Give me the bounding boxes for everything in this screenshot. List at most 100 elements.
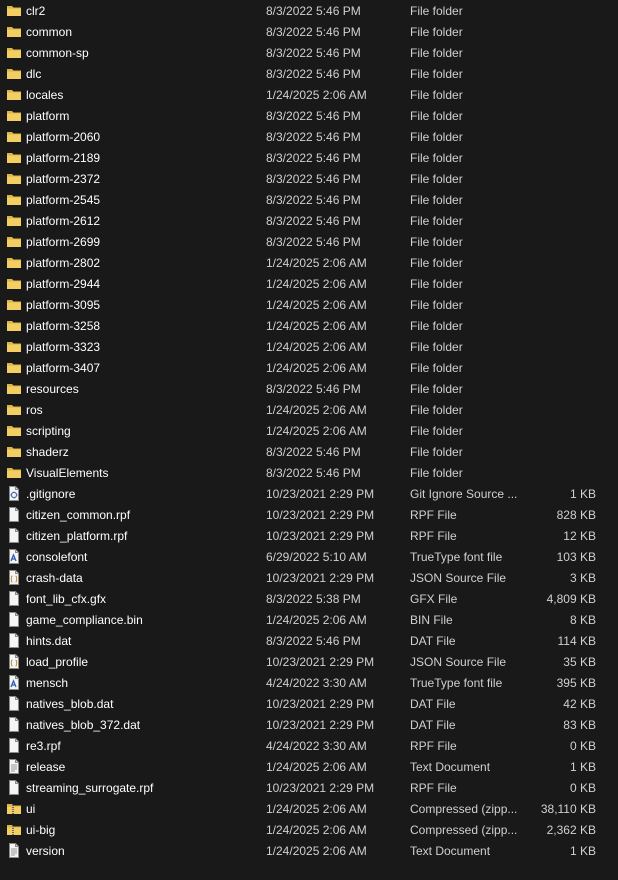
file-row[interactable]: mensch 4/24/2022 3:30 AM TrueType font fil… xyxy=(0,672,618,693)
file-name: re3.rpf xyxy=(26,739,61,753)
file-row[interactable]: platform-2189 8/3/2022 5:46 PM File folder xyxy=(0,147,618,168)
file-row[interactable]: hints.dat 8/3/2022 5:46 PM DAT File 114 KB xyxy=(0,630,618,651)
font-file-icon xyxy=(6,549,22,564)
file-type: File folder xyxy=(410,319,463,333)
file-row[interactable]: release 1/24/2025 2:06 AM Text Document 1 K… xyxy=(0,756,618,777)
file-row[interactable]: platform-3095 1/24/2025 2:06 AM File folde… xyxy=(0,294,618,315)
file-type: File folder xyxy=(410,172,463,186)
file-row[interactable]: platform-2545 8/3/2022 5:46 PM File folder xyxy=(0,189,618,210)
file-size: 42 KB xyxy=(563,697,596,711)
file-row[interactable]: game_compliance.bin 1/24/2025 2:06 AM BIN … xyxy=(0,609,618,630)
file-name: ros xyxy=(26,403,43,417)
file-type: GFX File xyxy=(410,592,458,606)
file-row[interactable]: platform-2612 8/3/2022 5:46 PM File folder xyxy=(0,210,618,231)
file-date-modified: 1/24/2025 2:06 AM xyxy=(266,340,367,354)
file-date-modified: 10/23/2021 2:29 PM xyxy=(266,781,375,795)
file-row[interactable]: shaderz 8/3/2022 5:46 PM File folder xyxy=(0,441,618,462)
file-date-modified: 10/23/2021 2:29 PM xyxy=(266,655,375,669)
file-date-modified: 1/24/2025 2:06 AM xyxy=(266,361,367,375)
file-row[interactable]: consolefont 6/29/2022 5:10 AM TrueType fon… xyxy=(0,546,618,567)
file-name: clr2 xyxy=(26,4,46,18)
file-row[interactable]: dlc 8/3/2022 5:46 PM File folder xyxy=(0,63,618,84)
file-row[interactable]: natives_blob.dat 10/23/2021 2:29 PM DAT Fi… xyxy=(0,693,618,714)
file-name: platform-3323 xyxy=(26,340,101,354)
file-row[interactable]: resources 8/3/2022 5:46 PM File folder xyxy=(0,378,618,399)
file-type: DAT File xyxy=(410,718,456,732)
file-row[interactable]: citizen_common.rpf 10/23/2021 2:29 PM RPF … xyxy=(0,504,618,525)
zip-folder-icon xyxy=(6,801,22,816)
file-row[interactable]: VisualElements 8/3/2022 5:46 PM File folde… xyxy=(0,462,618,483)
file-name: common xyxy=(26,25,73,39)
file-date-modified: 8/3/2022 5:46 PM xyxy=(266,4,361,18)
file-row[interactable]: platform-2944 1/24/2025 2:06 AM File folde… xyxy=(0,273,618,294)
file-name: platform-2802 xyxy=(26,256,101,270)
file-row[interactable]: platform-3323 1/24/2025 2:06 AM File folde… xyxy=(0,336,618,357)
file-size: 114 KB xyxy=(557,634,596,648)
file-name: game_compliance.bin xyxy=(26,613,143,627)
file-row[interactable]: platform-3407 1/24/2025 2:06 AM File folde… xyxy=(0,357,618,378)
folder-icon xyxy=(6,129,22,144)
file-row[interactable]: font_lib_cfx.gfx 8/3/2022 5:38 PM GFX File… xyxy=(0,588,618,609)
file-row[interactable]: re3.rpf 4/24/2022 3:30 AM RPF File 0 KB xyxy=(0,735,618,756)
file-row[interactable]: platform-2802 1/24/2025 2:06 AM File folde… xyxy=(0,252,618,273)
file-date-modified: 8/3/2022 5:46 PM xyxy=(266,235,361,249)
file-type: File folder xyxy=(410,130,463,144)
file-date-modified: 8/3/2022 5:46 PM xyxy=(266,634,361,648)
file-row[interactable]: load_profile 10/23/2021 2:29 PM JSON Sourc… xyxy=(0,651,618,672)
file-row[interactable]: .gitignore 10/23/2021 2:29 PM Git Ignore S… xyxy=(0,483,618,504)
file-size: 1 KB xyxy=(569,487,596,501)
file-name: platform xyxy=(26,109,70,123)
folder-icon xyxy=(6,192,22,207)
file-date-modified: 6/29/2022 5:10 AM xyxy=(266,550,367,564)
file-type: File folder xyxy=(410,403,463,417)
file-date-modified: 1/24/2025 2:06 AM xyxy=(266,613,367,627)
file-date-modified: 8/3/2022 5:46 PM xyxy=(266,445,361,459)
file-row[interactable]: clr2 8/3/2022 5:46 PM File folder xyxy=(0,0,618,21)
git-file-icon xyxy=(6,486,22,501)
file-row[interactable]: platform-2699 8/3/2022 5:46 PM File folder xyxy=(0,231,618,252)
file-row[interactable]: citizen_platform.rpf 10/23/2021 2:29 PM RP… xyxy=(0,525,618,546)
file-name: streaming_surrogate.rpf xyxy=(26,781,154,795)
file-date-modified: 1/24/2025 2:06 AM xyxy=(266,88,367,102)
file-date-modified: 8/3/2022 5:46 PM xyxy=(266,151,361,165)
file-name: dlc xyxy=(26,67,42,81)
file-name: shaderz xyxy=(26,445,69,459)
file-size: 12 KB xyxy=(563,529,596,543)
file-row[interactable]: ui 1/24/2025 2:06 AM Compressed (zipp... 38… xyxy=(0,798,618,819)
file-row[interactable]: natives_blob_372.dat 10/23/2021 2:29 PM DA… xyxy=(0,714,618,735)
file-row[interactable]: platform-3258 1/24/2025 2:06 AM File folde… xyxy=(0,315,618,336)
file-row[interactable]: streaming_surrogate.rpf 10/23/2021 2:29 P… xyxy=(0,777,618,798)
file-date-modified: 1/24/2025 2:06 AM xyxy=(266,319,367,333)
file-size: 35 KB xyxy=(563,655,596,669)
file-row[interactable]: ros 1/24/2025 2:06 AM File folder xyxy=(0,399,618,420)
file-size: 1 KB xyxy=(569,844,596,858)
file-row[interactable]: ui-big 1/24/2025 2:06 AM Compressed (zipp.… xyxy=(0,819,618,840)
file-icon xyxy=(6,696,22,711)
file-type: File folder xyxy=(410,193,463,207)
file-type: File folder xyxy=(410,235,463,249)
file-row[interactable]: platform 8/3/2022 5:46 PM File folder xyxy=(0,105,618,126)
folder-icon xyxy=(6,213,22,228)
folder-icon xyxy=(6,381,22,396)
file-row[interactable]: platform-2060 8/3/2022 5:46 PM File folder xyxy=(0,126,618,147)
file-size: 4,809 KB xyxy=(546,592,596,606)
file-date-modified: 1/24/2025 2:06 AM xyxy=(266,760,367,774)
file-size: 1 KB xyxy=(569,760,596,774)
file-date-modified: 10/23/2021 2:29 PM xyxy=(266,571,375,585)
file-size: 0 KB xyxy=(569,781,596,795)
file-type: TrueType font file xyxy=(410,550,503,564)
file-name: load_profile xyxy=(26,655,89,669)
file-type: RPF File xyxy=(410,739,457,753)
file-name: scripting xyxy=(26,424,71,438)
file-row[interactable]: scripting 1/24/2025 2:06 AM File folder xyxy=(0,420,618,441)
file-row[interactable]: version 1/24/2025 2:06 AM Text Document 1 K… xyxy=(0,840,618,861)
file-name: crash-data xyxy=(26,571,83,585)
file-row[interactable]: platform-2372 8/3/2022 5:46 PM File folder xyxy=(0,168,618,189)
file-row[interactable]: crash-data 10/23/2021 2:29 PM JSON Source … xyxy=(0,567,618,588)
folder-icon xyxy=(6,255,22,270)
file-type: RPF File xyxy=(410,781,457,795)
file-row[interactable]: locales 1/24/2025 2:06 AM File folder xyxy=(0,84,618,105)
file-row[interactable]: common 8/3/2022 5:46 PM File folder xyxy=(0,21,618,42)
folder-icon xyxy=(6,465,22,480)
file-row[interactable]: common-sp 8/3/2022 5:46 PM File folder xyxy=(0,42,618,63)
